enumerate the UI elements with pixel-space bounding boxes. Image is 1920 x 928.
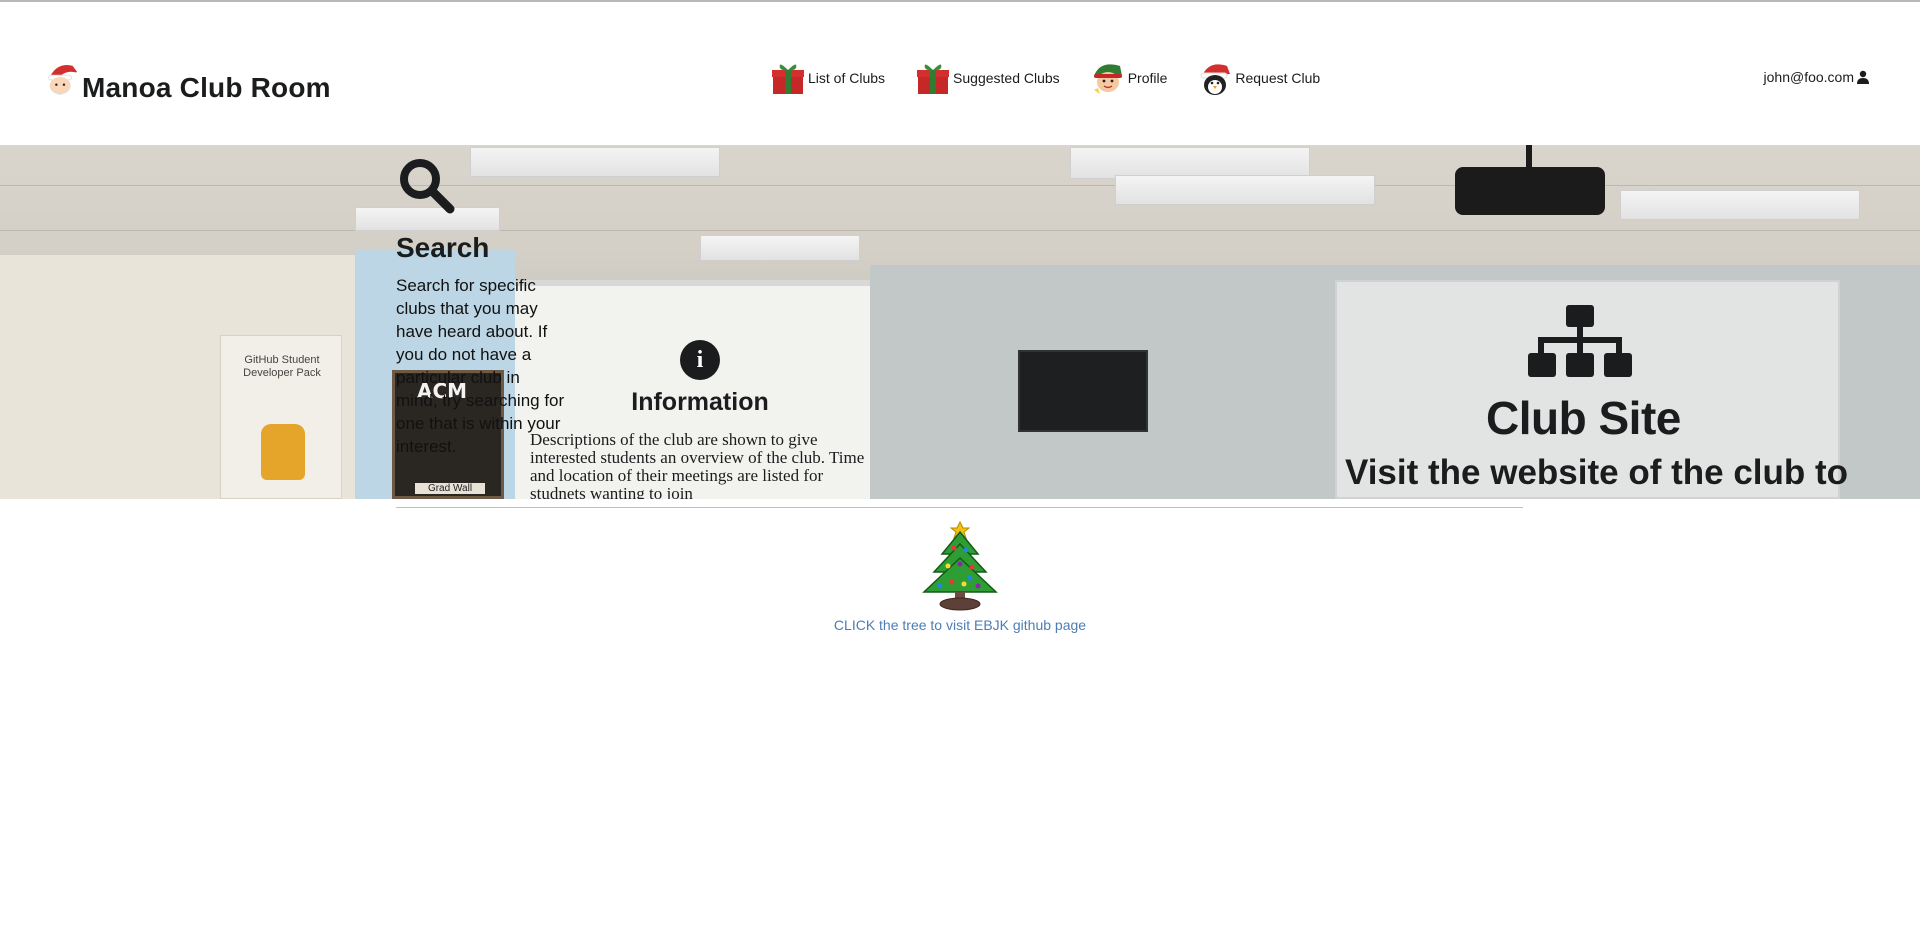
gift-icon (917, 64, 950, 94)
poster-text: GitHub Student Developer Pack (243, 354, 321, 379)
menu-item-label: Suggested Clubs (953, 70, 1060, 86)
feature-information: i Information Descriptions of the club a… (530, 340, 870, 499)
ceiling-light (1115, 175, 1375, 205)
menu-item-list-of-clubs[interactable]: List of Clubs (770, 60, 885, 96)
main-menu: List of Clubs Suggested Clubs Profile Re… (770, 60, 1350, 96)
ceiling-grid (0, 230, 1920, 231)
projector (1455, 167, 1605, 215)
sitemap-icon (1528, 305, 1632, 377)
menu-item-suggested-clubs[interactable]: Suggested Clubs (915, 60, 1060, 96)
user-dropdown[interactable]: john@foo.com (1764, 69, 1870, 85)
tv-screen (1018, 350, 1148, 432)
footer-divider (396, 507, 1523, 508)
penguin-santa-icon (1200, 64, 1231, 95)
menu-item-request-club[interactable]: Request Club (1197, 60, 1320, 96)
feature-description: Visit the website of the club to (1345, 453, 1849, 492)
feature-title: Search (396, 232, 490, 263)
menu-item-label: List of Clubs (808, 70, 886, 86)
ceiling-grid (0, 185, 1920, 186)
brand-link[interactable]: Manoa Club Room (44, 58, 331, 104)
gift-icon (772, 64, 804, 94)
ceiling-light (700, 235, 860, 261)
santa-icon (48, 64, 82, 95)
menu-item-label: Profile (1127, 70, 1168, 86)
search-icon (400, 159, 455, 214)
grad-wall-label: Grad Wall (415, 483, 485, 494)
feature-title: Information (631, 388, 769, 416)
navbar: Manoa Club Room List of Clubs Suggested … (0, 2, 1920, 145)
user-email: john@foo.com (1763, 69, 1854, 85)
elf-icon (1093, 64, 1122, 94)
projector-mount (1526, 145, 1532, 169)
backpack-image (261, 424, 305, 480)
ceiling-light (1620, 190, 1860, 220)
feature-title: Club Site (1486, 392, 1681, 444)
feature-club-site: Club Site Visit the website of the club … (1345, 305, 1920, 493)
menu-item-label: Request Club (1235, 70, 1321, 86)
christmas-tree-icon[interactable] (918, 520, 1002, 612)
feature-description: Descriptions of the club are shown to gi… (530, 430, 865, 500)
poster: GitHub Student Developer Pack (220, 335, 342, 499)
github-link-text[interactable]: CLICK the tree to visit EBJK github page (0, 617, 1920, 633)
brand-name: Manoa Club Room (82, 72, 331, 103)
user-icon (1857, 70, 1869, 84)
menu-item-profile[interactable]: Profile (1090, 60, 1168, 96)
info-icon: i (680, 340, 720, 380)
hero-banner: GitHub Student Developer Pack ACM Grad W… (0, 145, 1920, 499)
